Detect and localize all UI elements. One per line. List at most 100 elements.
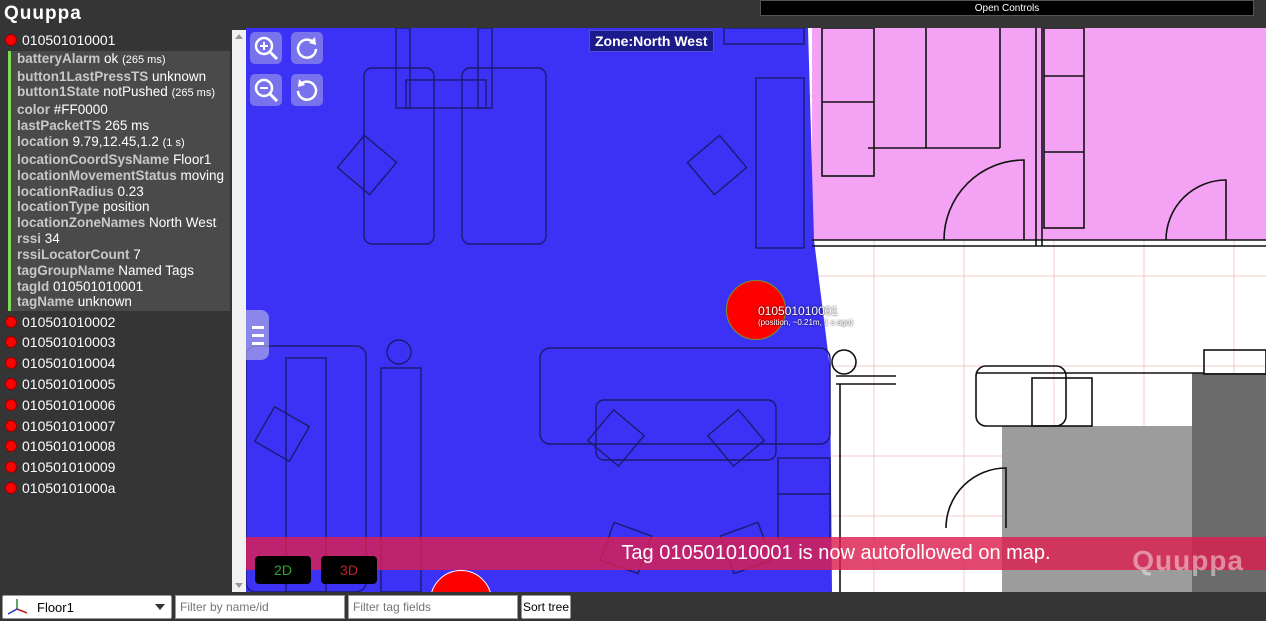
field-value: 265 ms <box>104 118 150 134</box>
field-value: 9.79,12.45,1.2 <box>72 134 159 150</box>
tag-row[interactable]: 010501010004 <box>0 353 232 374</box>
floor-map[interactable]: Zone:North West 010501010001 (position, … <box>246 28 1266 592</box>
tag-row[interactable]: 010501010008 <box>0 436 232 457</box>
field-value: North West <box>149 215 217 231</box>
floor-select-value: Floor1 <box>37 599 74 615</box>
field-value: Named Tags <box>118 262 194 278</box>
tag-id: 010501010004 <box>22 355 116 372</box>
field-value: position <box>103 199 150 215</box>
scroll-up-icon[interactable] <box>235 34 243 39</box>
field-value: 34 <box>44 231 60 247</box>
tag-row[interactable]: 010501010002 <box>0 311 232 332</box>
open-controls-button[interactable]: Open Controls <box>760 0 1254 16</box>
tag-row-expanded[interactable]: 010501010001 <box>0 30 232 51</box>
field-value: #FF0000 <box>53 102 108 118</box>
tag-row[interactable]: 01050101000a <box>0 478 232 499</box>
tag-row[interactable]: 010501010005 <box>0 374 232 395</box>
tag-field-button1LastPressTS: button1LastPressTS unknown <box>17 69 230 85</box>
zone-label: Zone:North West <box>589 30 714 52</box>
floor-select[interactable]: Floor1 <box>2 595 172 619</box>
tag-row[interactable]: 010501010009 <box>0 457 232 478</box>
tag-status-dot <box>5 482 17 495</box>
tag-status-dot <box>5 440 17 453</box>
field-key: location <box>17 134 69 150</box>
field-key: locationType <box>17 199 100 215</box>
tag-id: 010501010001 <box>22 32 116 49</box>
tag-id: 01050101000a <box>22 480 116 497</box>
field-time: (265 ms) <box>171 87 215 100</box>
tag-field-lastPacketTS: lastPacketTS 265 ms <box>17 118 230 134</box>
filter-fields-input[interactable] <box>348 595 518 619</box>
axes-icon <box>7 599 28 615</box>
rotate-cw-icon <box>296 37 318 59</box>
tag-status-dot <box>5 336 17 349</box>
zoom-out-button[interactable] <box>250 74 282 106</box>
tag-field-tagId: tagId 010501010001 <box>17 279 230 295</box>
field-time: (265 ms) <box>122 53 166 66</box>
tag-id: 010501010008 <box>22 438 116 455</box>
field-key: tagGroupName <box>17 262 115 278</box>
tag-field-batteryAlarm: batteryAlarm ok (265 ms) <box>17 51 230 69</box>
rotate-ccw-button[interactable] <box>291 74 323 106</box>
tag-id: 010501010005 <box>22 376 116 393</box>
field-key: button1LastPressTS <box>17 68 149 84</box>
bottom-toolbar: Floor1 Sort tree <box>0 593 1266 621</box>
field-value: moving <box>180 167 225 183</box>
tag-id: 010501010002 <box>22 313 116 330</box>
field-key: locationMovementStatus <box>17 167 177 183</box>
tag-field-location: location 9.79,12.45,1.2 (1 s) <box>17 134 230 152</box>
tag-status-dot <box>5 378 17 391</box>
tree-scrollbar[interactable] <box>232 30 246 592</box>
field-value: unknown <box>77 294 132 310</box>
tag-row[interactable]: 010501010006 <box>0 394 232 415</box>
tag-marker-sublabel: (position, ~0.21m, 1 s ago) <box>758 318 853 327</box>
tag-status-dot <box>5 398 17 411</box>
zoom-out-icon <box>254 78 279 103</box>
tag-field-locationType: locationType position <box>17 199 230 215</box>
zoom-in-button[interactable] <box>250 32 282 64</box>
chevron-down-icon <box>155 604 165 610</box>
filter-name-input[interactable] <box>175 595 345 619</box>
field-key: tagId <box>17 278 50 294</box>
tag-field-rssi: rssi 34 <box>17 231 230 247</box>
field-value: 010501010001 <box>53 278 144 294</box>
other-tags-list: 010501010002 010501010003 010501010004 0105… <box>0 311 232 498</box>
autofollow-toast: Tag 010501010001 is now autofollowed on … <box>246 537 1266 570</box>
field-time: (1 s) <box>162 137 185 150</box>
sort-tree-button[interactable]: Sort tree <box>521 595 571 619</box>
view-3d-button[interactable]: 3D <box>321 556 377 584</box>
field-key: lastPacketTS <box>17 118 102 134</box>
field-value: 0.23 <box>117 183 144 199</box>
tag-id: 010501010007 <box>22 417 116 434</box>
tag-details: batteryAlarm ok (265 ms) button1LastPress… <box>8 50 230 312</box>
tag-tree: 010501010001 batteryAlarm ok (265 ms) but… <box>0 30 232 592</box>
tag-status-dot <box>5 461 17 474</box>
tag-field-rssiLocatorCount: rssiLocatorCount 7 <box>17 247 230 263</box>
tag-id: 010501010006 <box>22 396 116 413</box>
tag-field-tagName: tagName unknown <box>17 294 230 310</box>
tag-id: 010501010003 <box>22 334 116 351</box>
tag-row[interactable]: 010501010007 <box>0 415 232 436</box>
field-value: 7 <box>133 246 141 262</box>
tag-status-dot <box>5 34 17 47</box>
rotate-cw-button[interactable] <box>291 32 323 64</box>
field-value: Floor1 <box>173 151 212 167</box>
field-value: notPushed <box>103 84 168 100</box>
field-key: batteryAlarm <box>17 50 101 66</box>
quuppa-logo: Quuppa <box>4 3 82 24</box>
tag-status-dot <box>5 419 17 432</box>
field-key: locationCoordSysName <box>17 151 170 167</box>
tag-row[interactable]: 010501010003 <box>0 332 232 353</box>
view-2d-button[interactable]: 2D <box>255 556 311 584</box>
tag-status-dot <box>5 357 17 370</box>
field-key: tagName <box>17 294 75 310</box>
tag-field-locationRadius: locationRadius 0.23 <box>17 184 230 200</box>
scroll-down-icon[interactable] <box>235 583 243 588</box>
tag-field-locationCoordSysName: locationCoordSysName Floor1 <box>17 152 230 168</box>
tag-field-locationMovementStatus: locationMovementStatus moving <box>17 168 230 184</box>
tag-status-dot <box>5 315 17 328</box>
tag-id: 010501010009 <box>22 459 116 476</box>
menu-icon[interactable] <box>246 310 269 360</box>
field-key: rssiLocatorCount <box>17 246 130 262</box>
zoom-in-icon <box>254 36 279 61</box>
